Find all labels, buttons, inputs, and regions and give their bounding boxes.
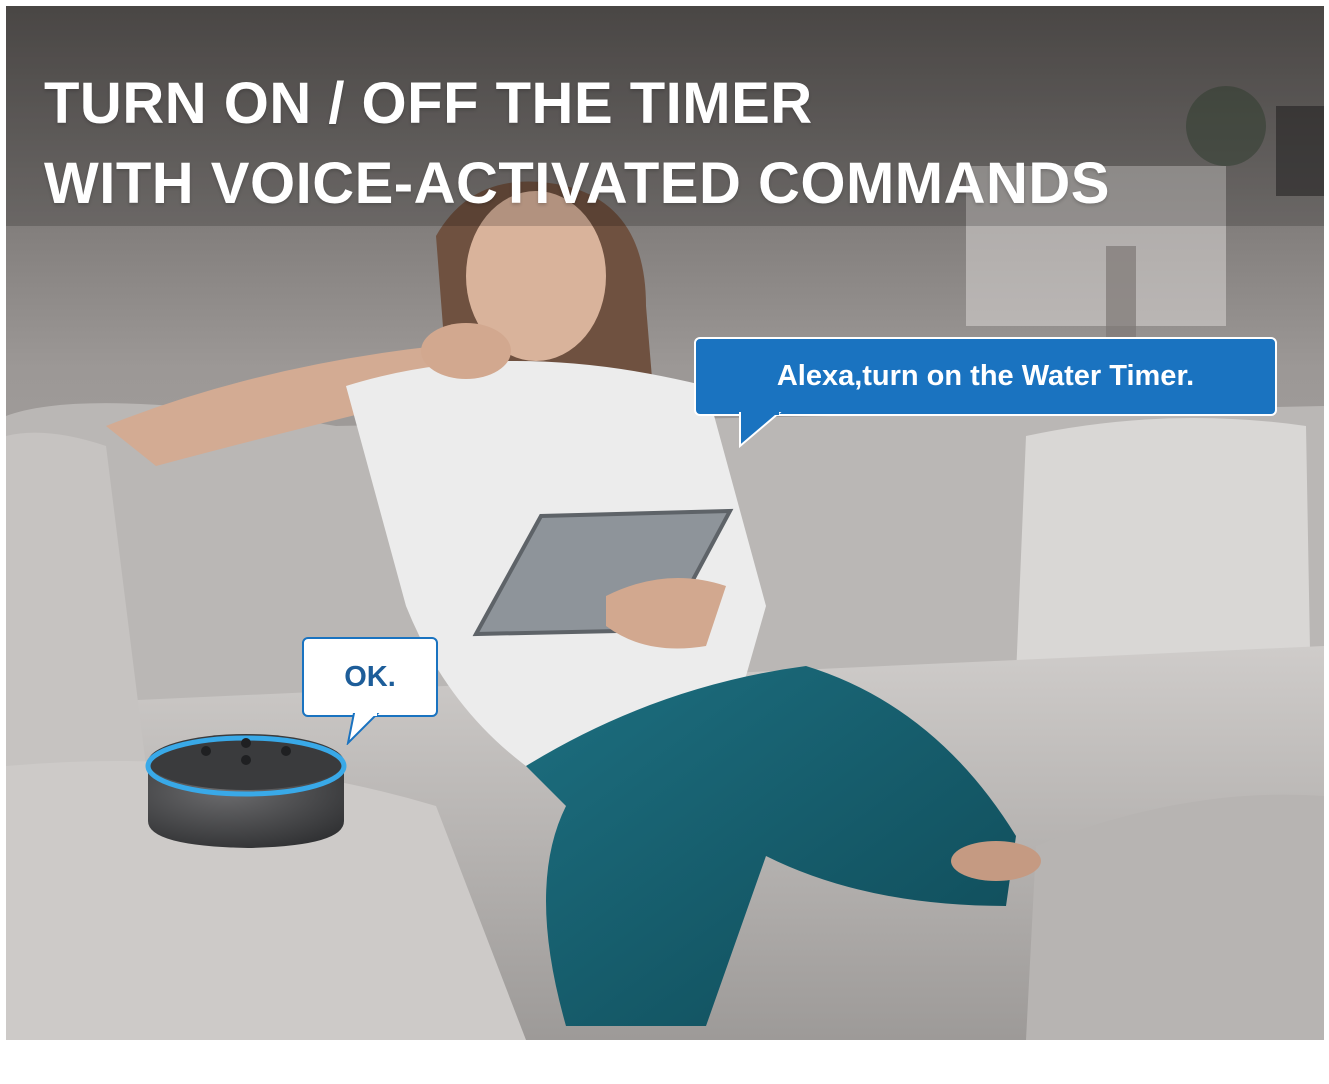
- speaker-bubble-tail: [346, 713, 380, 745]
- headline-line-1: TURN ON / OFF THE TIMER: [44, 71, 813, 136]
- speaker-button: [281, 746, 291, 756]
- user-speech-text: Alexa,turn on the Water Timer.: [776, 360, 1195, 392]
- user-speech-bubble: Alexa,turn on the Water Timer.: [694, 337, 1277, 416]
- speaker-speech-text: OK.: [344, 660, 396, 693]
- bottom-margin: [0, 1040, 1329, 1084]
- user-bubble-tail: [739, 412, 782, 449]
- headline: TURN ON / OFF THE TIMER WITH VOICE-ACTIV…: [44, 64, 1110, 224]
- promo-image: TURN ON / OFF THE TIMER WITH VOICE-ACTIV…: [6, 6, 1324, 1040]
- speaker-button: [201, 746, 211, 756]
- foot: [951, 841, 1041, 881]
- smart-speaker: [145, 734, 347, 848]
- speaker-button: [241, 738, 251, 748]
- speaker-speech-bubble: OK.: [302, 637, 438, 717]
- speaker-button: [241, 755, 251, 765]
- headline-line-2: WITH VOICE-ACTIVATED COMMANDS: [44, 151, 1110, 216]
- hand: [421, 323, 511, 379]
